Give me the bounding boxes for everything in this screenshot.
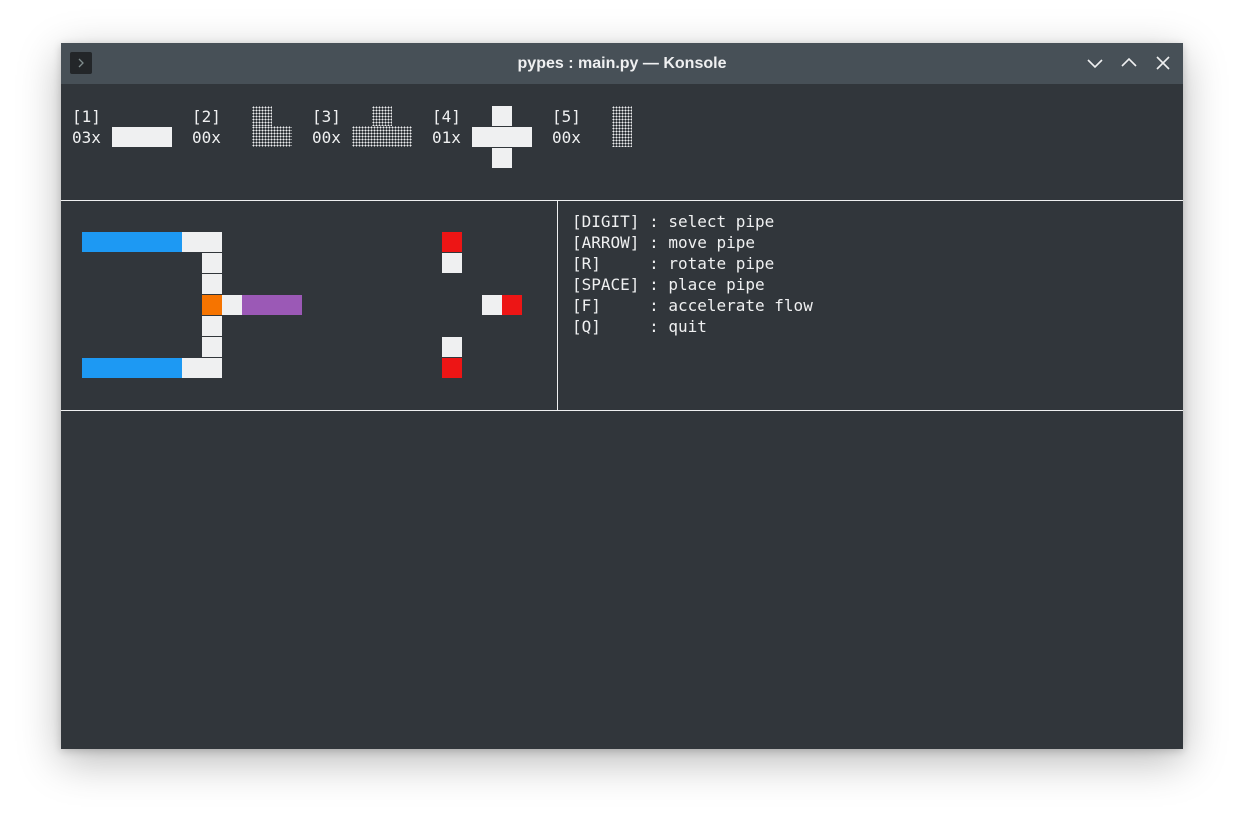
pipe-segment [182,358,222,378]
pipe-segment [202,337,222,357]
pipe-segment [482,295,502,315]
inventory-key-1: [1] [72,107,101,126]
divider-vertical [557,200,558,410]
maximize-button[interactable] [1119,53,1139,73]
inventory-key-2: [2] [192,107,221,126]
help-line: [ARROW] : move pipe [572,233,756,252]
drain-outlet [442,358,462,378]
water-pipe [82,358,182,378]
inventory-count-3: 00x [312,128,341,147]
divider-bottom [61,410,1183,411]
drain-outlet [442,232,462,252]
flow-pipe [242,295,302,315]
pipe-tee-preview-part [372,106,392,126]
help-line: [SPACE] : place pipe [572,275,765,294]
pipe-segment [202,253,222,273]
pipe-segment [202,316,222,336]
minimize-icon [1087,59,1103,69]
drain-outlet [502,295,522,315]
help-line: [DIGIT] : select pipe [572,212,775,231]
window-title: pypes : main.py — Konsole [517,55,727,72]
inventory-count-2: 00x [192,128,221,147]
help-line: [Q] : quit [572,317,707,336]
pipe-corner-preview-part [252,126,292,147]
inventory-key-3: [3] [312,107,341,126]
close-icon [1156,56,1170,70]
minimize-button[interactable] [1085,53,1105,73]
close-button[interactable] [1153,53,1173,73]
pipe-segment [182,232,222,252]
inventory-count-1: 03x [72,128,101,147]
title-bar[interactable]: pypes : main.py — Konsole [61,43,1183,84]
water-pipe [82,232,182,252]
inventory-count-5: 00x [552,128,581,147]
maximize-icon [1121,57,1137,67]
inventory-key-4: [4] [432,107,461,126]
inventory-key-5: [5] [552,107,581,126]
pipe-cross-preview-part [472,127,532,147]
pipe-segment [202,274,222,294]
inventory-count-4: 01x [432,128,461,147]
help-line: [F] : accelerate flow [572,296,813,315]
pipe-tee-preview-part [352,126,412,147]
help-line: [R] : rotate pipe [572,254,775,273]
pipe-cross-preview-part [492,148,512,168]
pipe-straight-preview [112,127,172,147]
divider-top [61,200,1183,201]
water-source [202,295,222,315]
pipe-end-preview [612,106,632,147]
konsole-window: pypes : main.py — Konsole [1] 03x [2] 00… [61,43,1183,749]
pipe-corner-preview-part [252,106,272,126]
pipe-segment [222,295,242,315]
pipe-segment [442,337,462,357]
pipe-cross-preview-part [492,106,512,126]
pipe-segment [442,253,462,273]
